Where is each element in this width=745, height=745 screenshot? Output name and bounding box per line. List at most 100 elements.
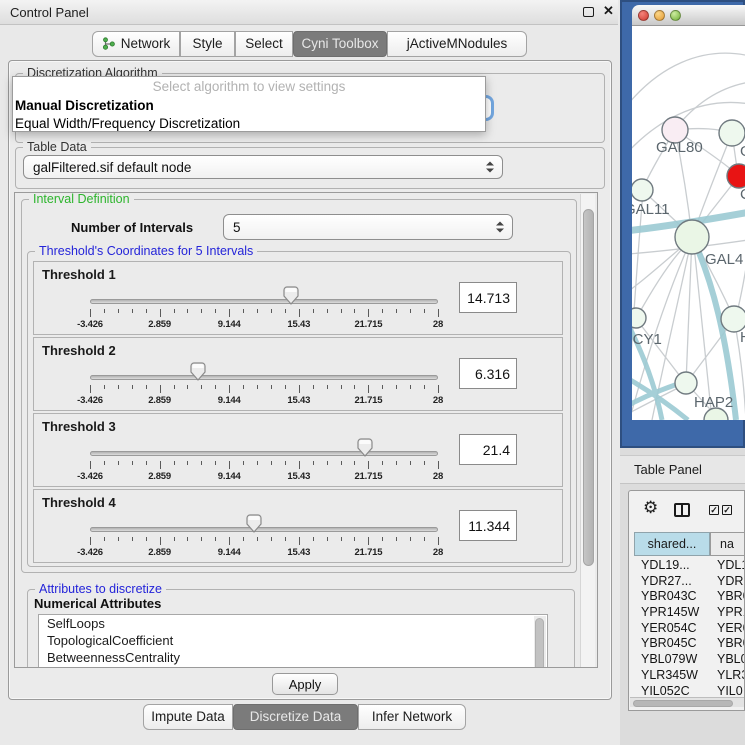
settings-scrollbar-thumb[interactable] — [583, 209, 594, 566]
tick-mark — [285, 461, 286, 465]
table-hscrollbar-thumb[interactable] — [633, 700, 733, 707]
tick-mark — [146, 537, 147, 541]
network-node[interactable] — [632, 179, 653, 201]
numerical-attributes-list[interactable]: SelfLoopsTopologicalCoefficientBetweenne… — [38, 614, 548, 668]
tick-mark — [201, 537, 202, 541]
algorithm-placeholder: Select algorithm to view settings — [13, 77, 485, 96]
network-canvas[interactable]: GAL80GAL11GAL4GCY1HAP2GACH — [632, 26, 745, 420]
table-row[interactable]: YBR045CYBR0 — [629, 635, 745, 651]
minimize-window-icon[interactable] — [654, 10, 665, 21]
network-view-window[interactable]: GAL80GAL11GAL4GCY1HAP2GACH — [620, 0, 745, 448]
tick-mark — [313, 461, 314, 465]
table-row[interactable]: YIL052CYIL0 — [629, 683, 745, 699]
threshold-slider-thumb[interactable] — [357, 438, 373, 457]
tick-mark — [327, 537, 328, 541]
zoom-window-icon[interactable] — [670, 10, 681, 21]
table-hscrollbar[interactable] — [630, 697, 745, 707]
column-header-shared-name[interactable]: shared... — [634, 532, 710, 556]
tick-mark — [382, 309, 383, 313]
network-node[interactable] — [632, 308, 646, 328]
number-of-intervals-combo[interactable]: 5 — [223, 214, 513, 240]
tab-cyni-toolbox[interactable]: Cyni Toolbox — [293, 31, 387, 57]
list-scrollbar[interactable] — [534, 616, 546, 668]
table-data-combo-value: galFiltered.sif default node — [33, 160, 191, 175]
tab-jactivemnodules[interactable]: jActiveMNodules — [387, 31, 527, 57]
slider-scale: -3.4262.8599.14415.4321.71528 — [90, 309, 438, 331]
algorithm-option-equal-width[interactable]: Equal Width/Frequency Discretization — [13, 115, 485, 133]
tick-mark — [368, 309, 369, 317]
tick-mark — [160, 461, 161, 469]
tick-label: 2.859 — [148, 395, 171, 406]
float-icon[interactable] — [583, 7, 594, 17]
table-data-combo[interactable]: galFiltered.sif default node — [23, 155, 503, 179]
threshold-value-input[interactable] — [459, 282, 517, 313]
threshold-label: Threshold 2 — [42, 343, 116, 358]
cell-name: YLR3 — [717, 668, 745, 682]
tick-mark — [327, 385, 328, 389]
algorithm-option-manual[interactable]: Manual Discretization — [13, 96, 485, 115]
tick-mark — [187, 537, 188, 541]
threshold-value-input[interactable] — [459, 434, 517, 465]
tick-mark — [132, 461, 133, 465]
close-icon[interactable]: ✕ — [603, 3, 614, 19]
tick-mark — [257, 385, 258, 389]
network-node[interactable] — [675, 220, 709, 254]
threshold-value-input[interactable] — [459, 358, 517, 389]
tab-style[interactable]: Style — [180, 31, 235, 57]
tick-mark — [341, 461, 342, 465]
checkbox-icon[interactable]: ✓ — [709, 505, 719, 515]
tick-mark — [201, 461, 202, 465]
table-row[interactable]: YBL079W YBL0 — [629, 651, 745, 667]
gear-icon[interactable]: ⚙ — [643, 498, 658, 518]
tick-mark — [90, 385, 91, 393]
cell-shared-name: YBL079W — [641, 652, 697, 666]
cell-name: YBL0 — [717, 652, 745, 666]
attribute-list-item[interactable]: SelfLoops — [39, 615, 547, 632]
table-row[interactable]: YLR345WYLR3 — [629, 667, 745, 683]
table-row[interactable]: YDL19...YDL1 — [629, 557, 745, 573]
table-row[interactable]: YER054CYER0 — [629, 620, 745, 636]
network-window-titlebar[interactable] — [632, 5, 745, 26]
tab-network[interactable]: Network — [92, 31, 180, 57]
tab-infer-network[interactable]: Infer Network — [358, 704, 466, 730]
application-window: Control Panel ✕ Network Style Select Cyn… — [0, 0, 745, 745]
tick-mark — [341, 537, 342, 541]
settings-scrollbar[interactable] — [580, 194, 595, 667]
threshold-slider-thumb[interactable] — [283, 286, 299, 305]
table-row[interactable]: YDR27...YDR2 — [629, 573, 745, 589]
tick-mark — [104, 309, 105, 313]
tick-label: 15.43 — [287, 471, 310, 482]
table-panel-title: Table Panel — [634, 462, 702, 477]
tab-impute-data[interactable]: Impute Data — [143, 704, 233, 730]
column-header-name[interactable]: na — [710, 532, 745, 556]
cell-shared-name: YDR27... — [641, 574, 692, 588]
tab-select[interactable]: Select — [235, 31, 293, 57]
apply-button[interactable]: Apply — [272, 673, 338, 695]
threshold-slider-thumb[interactable] — [246, 514, 262, 533]
threshold-value-input[interactable] — [459, 510, 517, 541]
tab-discretize-data[interactable]: Discretize Data — [233, 704, 358, 730]
checkbox-icon[interactable]: ✓ — [722, 505, 732, 515]
cell-name: YPR1 — [717, 605, 745, 619]
tick-label: 21.715 — [354, 547, 382, 558]
attribute-list-item[interactable]: TopologicalCoefficient — [39, 632, 547, 649]
number-of-intervals-value: 5 — [233, 220, 241, 235]
cell-shared-name: YPR145W — [641, 605, 699, 619]
table-row[interactable]: YBR043CYBR0 — [629, 588, 745, 604]
tick-mark — [368, 461, 369, 469]
tick-mark — [243, 461, 244, 465]
tick-mark — [285, 537, 286, 541]
network-node[interactable] — [727, 164, 745, 188]
tick-mark — [215, 537, 216, 541]
list-scrollbar-thumb[interactable] — [535, 618, 544, 668]
network-node[interactable] — [675, 372, 697, 394]
close-window-icon[interactable] — [638, 10, 649, 21]
split-view-icon[interactable] — [674, 503, 690, 517]
attribute-list-item[interactable]: BetweennessCentrality — [39, 649, 547, 666]
tick-mark — [271, 385, 272, 389]
tick-mark — [354, 537, 355, 541]
tick-label: 15.43 — [287, 395, 310, 406]
tick-mark — [354, 461, 355, 465]
table-row[interactable]: YPR145W YPR1 — [629, 604, 745, 620]
threshold-slider-thumb[interactable] — [190, 362, 206, 381]
